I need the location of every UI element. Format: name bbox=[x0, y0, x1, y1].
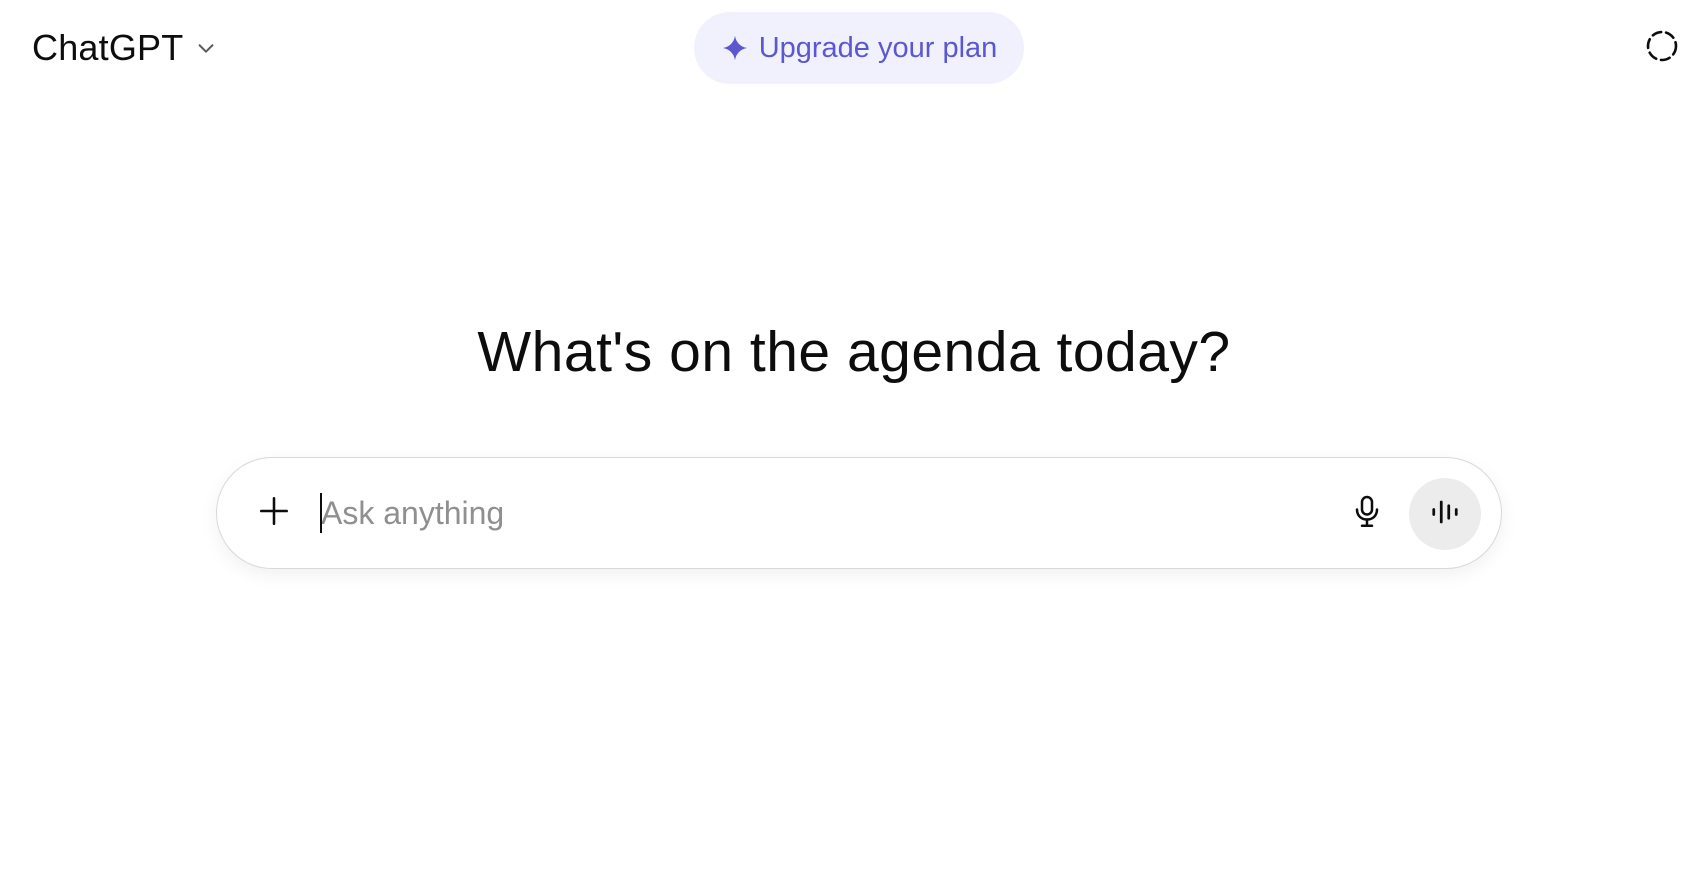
dictate-button[interactable] bbox=[1343, 490, 1391, 538]
text-caret bbox=[320, 493, 322, 533]
top-header: ChatGPT Upgrade your plan bbox=[0, 0, 1708, 96]
upgrade-plan-label: Upgrade your plan bbox=[758, 31, 998, 64]
prompt-composer bbox=[216, 457, 1502, 569]
temporary-chat-icon bbox=[1644, 28, 1680, 69]
chevron-down-icon bbox=[193, 35, 219, 61]
temporary-chat-button[interactable] bbox=[1640, 26, 1684, 70]
model-switcher-button[interactable]: ChatGPT bbox=[18, 22, 233, 74]
page-headline: What's on the agenda today? bbox=[477, 320, 1231, 384]
voice-waveform-icon bbox=[1430, 497, 1460, 532]
microphone-icon bbox=[1352, 494, 1382, 535]
upgrade-plan-button[interactable]: Upgrade your plan bbox=[694, 12, 1024, 84]
prompt-input[interactable] bbox=[317, 484, 1301, 542]
model-name: ChatGPT bbox=[32, 27, 184, 68]
voice-mode-button[interactable] bbox=[1409, 478, 1481, 550]
plus-icon bbox=[257, 494, 291, 533]
chat-app: ChatGPT Upgrade your plan What's on the … bbox=[0, 0, 1708, 870]
sparkle-icon bbox=[721, 34, 749, 62]
attach-button[interactable] bbox=[251, 490, 297, 536]
